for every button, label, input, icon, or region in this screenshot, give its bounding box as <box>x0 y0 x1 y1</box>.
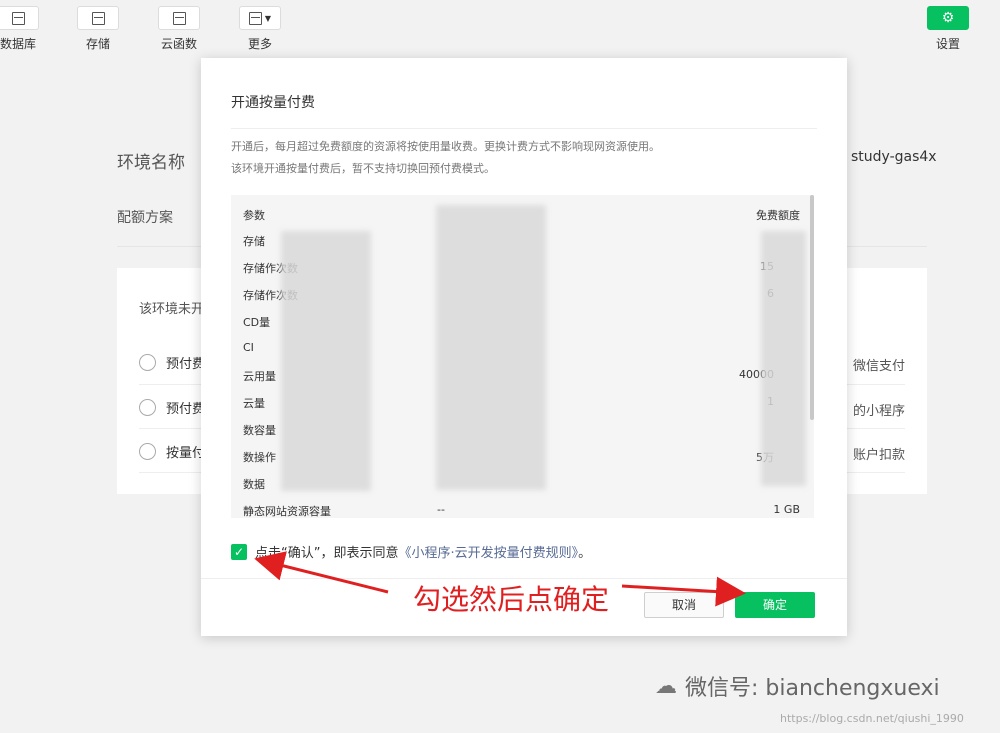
wechat-icon: ☁ <box>655 673 677 699</box>
wechat-watermark: ☁ 微信号: bianchengxuexi <box>655 670 940 702</box>
csdn-watermark: https://blog.csdn.net/qiushi_1990 <box>780 712 964 725</box>
annotation-text: 勾选然后点确定 <box>413 583 610 616</box>
watermark-text: 微信号: bianchengxuexi <box>685 676 940 701</box>
arrow-to-checkbox <box>254 551 389 594</box>
annotation-arrows <box>254 551 746 607</box>
arrow-to-confirm <box>621 576 746 607</box>
